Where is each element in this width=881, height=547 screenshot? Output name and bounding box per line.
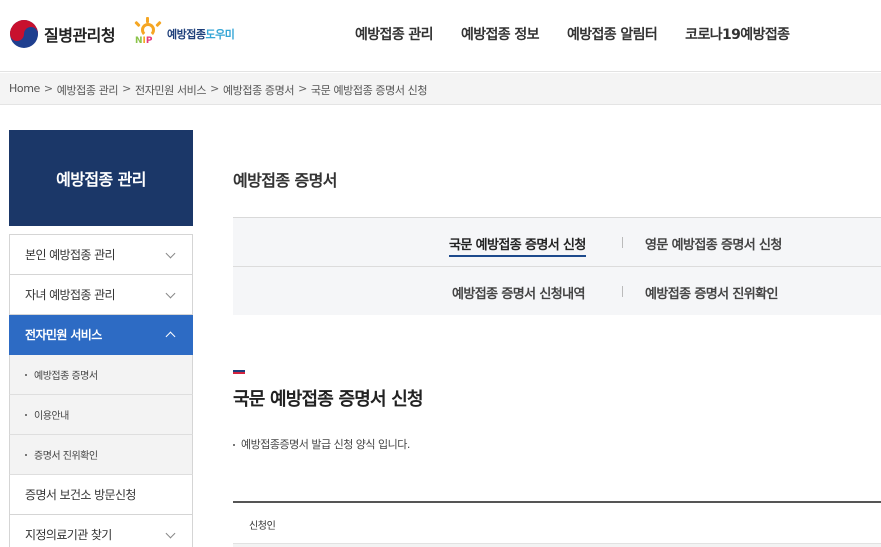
- tab-korean-certificate[interactable]: 국문 예방접종 증명서 신청: [449, 234, 586, 257]
- table-header-applicant: 신청인: [249, 521, 276, 532]
- breadcrumb-separator: >: [298, 82, 307, 95]
- nav-covid19-vaccination[interactable]: 코로나19예방접종: [685, 24, 790, 44]
- breadcrumb-vaccination-management[interactable]: 예방접종 관리: [57, 82, 119, 98]
- nip-logo-text-a: 예방접종: [167, 28, 206, 41]
- sidebar-item-child-vaccination[interactable]: 자녀 예방접종 관리: [9, 275, 193, 315]
- tab-row: 국문 예방접종 증명서 신청 영문 예방접종 증명서 신청: [233, 218, 881, 267]
- sidebar-item-label: 자녀 예방접종 관리: [25, 288, 116, 302]
- sidebar-subitem-authenticity-check[interactable]: 증명서 진위확인: [9, 435, 193, 475]
- tab-authenticity-check[interactable]: 예방접종 증명서 진위확인: [645, 283, 778, 302]
- sidebar-item-health-center-visit[interactable]: 증명서 보건소 방문신청: [9, 475, 193, 515]
- sidebar-item-label: 전자민원 서비스: [25, 328, 102, 342]
- tab-english-certificate[interactable]: 영문 예방접종 증명서 신청: [645, 234, 782, 253]
- breadcrumb-separator: >: [43, 82, 53, 95]
- page-title: 예방접종 증명서: [233, 171, 337, 190]
- nip-logo[interactable]: NIP 예방접종도우미: [133, 17, 235, 48]
- nav-vaccination-notice[interactable]: 예방접종 알림터: [567, 24, 658, 44]
- sidebar-subitem-label: 이용안내: [34, 411, 69, 422]
- breadcrumb-current: 국문 예방접종 증명서 신청: [310, 84, 428, 97]
- chevron-down-icon: [165, 288, 176, 299]
- section-title: 국문 예방접종 증명서 신청: [233, 389, 424, 410]
- nip-logo-text-b: 도우미: [205, 28, 235, 41]
- chevron-down-icon: [165, 528, 176, 539]
- nip-sun-icon: NIP: [133, 17, 163, 48]
- certificate-tabs: 국문 예방접종 증명서 신청 영문 예방접종 증명서 신청 예방접종 증명서 신…: [233, 217, 881, 315]
- breadcrumb-e-civil-service[interactable]: 전자민원 서비스: [135, 82, 207, 98]
- breadcrumb-certificate[interactable]: 예방접종 증명서: [223, 82, 295, 98]
- kdca-logo[interactable]: 질병관리청: [10, 20, 116, 48]
- tab-divider: [622, 286, 623, 297]
- nav-vaccination-management[interactable]: 예방접종 관리: [355, 24, 434, 44]
- sidebar-item-label: 본인 예방접종 관리: [25, 248, 116, 262]
- breadcrumb-bar: Home > 예방접종 관리 > 전자민원 서비스 > 예방접종 증명서 > 국…: [0, 73, 881, 105]
- taegeuk-emblem-icon: [10, 20, 38, 48]
- section-flag-icon: [233, 370, 245, 374]
- org-name: 질병관리청: [44, 26, 116, 45]
- sidebar-subitem-certificate[interactable]: 예방접종 증명서: [9, 355, 193, 395]
- breadcrumb: Home > 예방접종 관리 > 전자민원 서비스 > 예방접종 증명서 > 국…: [9, 82, 428, 98]
- table-row: [233, 543, 881, 547]
- nip-logo-text: 예방접종도우미: [167, 26, 235, 42]
- sidebar-subitem-label: 증명서 진위확인: [34, 451, 98, 462]
- sidebar-item-my-vaccination[interactable]: 본인 예방접종 관리: [9, 235, 193, 275]
- sidebar-subitem-label: 예방접종 증명서: [34, 371, 98, 382]
- breadcrumb-separator: >: [210, 82, 219, 95]
- sidebar-item-label: 지정의료기관 찾기: [25, 528, 112, 542]
- chevron-up-icon: [165, 331, 176, 342]
- chevron-down-icon: [165, 248, 176, 259]
- section-description: 예방접종증명서 발급 신청 양식 입니다.: [233, 436, 410, 452]
- sidebar-item-label: 증명서 보건소 방문신청: [25, 488, 136, 502]
- sidebar-subitem-usage-guide[interactable]: 이용안내: [9, 395, 193, 435]
- sidebar-title: 예방접종 관리: [9, 130, 193, 226]
- breadcrumb-separator: >: [122, 82, 131, 95]
- applicant-form-table: 신청인: [233, 501, 881, 547]
- sidebar-menu: 본인 예방접종 관리 자녀 예방접종 관리 전자민원 서비스 예방접종 증명서 …: [9, 234, 193, 547]
- nip-letters: NIP: [135, 36, 153, 46]
- main-nav: 예방접종 관리 예방접종 정보 예방접종 알림터 코로나19예방접종: [355, 24, 790, 44]
- site-header: 질병관리청 NIP 예방접종도우미 예방접종 관리 예방접종 정보 예방접종 알…: [0, 0, 881, 72]
- nav-vaccination-info[interactable]: 예방접종 정보: [461, 24, 540, 44]
- sidebar-item-e-civil-service[interactable]: 전자민원 서비스: [9, 315, 193, 355]
- tab-row: 예방접종 증명서 신청내역 예방접종 증명서 진위확인: [233, 267, 881, 316]
- tab-divider: [622, 237, 623, 248]
- tab-application-history[interactable]: 예방접종 증명서 신청내역: [452, 283, 585, 302]
- sidebar-item-find-medical-institution[interactable]: 지정의료기관 찾기: [9, 515, 193, 547]
- breadcrumb-home[interactable]: Home: [9, 82, 40, 98]
